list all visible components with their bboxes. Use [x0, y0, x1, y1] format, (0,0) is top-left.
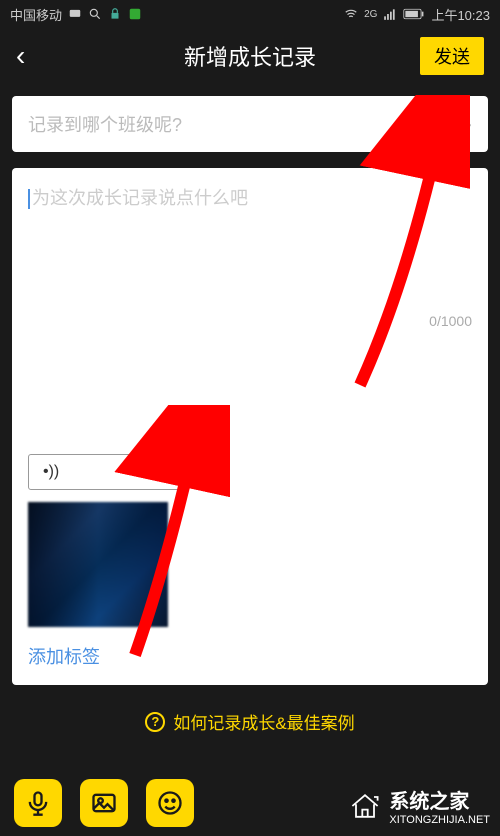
- help-text: 如何记录成长&最佳案例: [173, 709, 354, 734]
- chat-icon: [68, 7, 82, 21]
- content-card: 为这次成长记录说点什么吧 0/1000 •)) 5" 添加标签: [12, 168, 488, 685]
- smile-icon: [156, 789, 184, 817]
- status-left: 中国移动: [10, 5, 142, 24]
- attached-image-thumbnail[interactable]: [28, 502, 168, 627]
- microphone-icon: [24, 789, 52, 817]
- house-icon: [347, 788, 383, 824]
- header: ‹ 新增成长记录 发送: [0, 28, 500, 84]
- voice-clip[interactable]: •)) 5": [28, 454, 188, 490]
- voice-duration: 5": [158, 463, 173, 481]
- content-textarea[interactable]: 为这次成长记录说点什么吧: [28, 184, 472, 304]
- lock-icon: [108, 7, 122, 21]
- voice-record-button[interactable]: [14, 779, 62, 827]
- class-selector[interactable]: 记录到哪个班级呢? ›: [12, 96, 488, 152]
- search-icon: [88, 7, 102, 21]
- network-tag: 2G: [364, 9, 377, 20]
- char-counter: 0/1000: [429, 313, 472, 329]
- watermark: 系统之家 XITONGZHIJIA.NET: [347, 785, 490, 826]
- wifi-icon: [344, 7, 358, 21]
- bottom-toolbar: 系统之家 XITONGZHIJIA.NET: [0, 770, 500, 836]
- content-placeholder: 为这次成长记录说点什么吧: [32, 188, 248, 208]
- carrier-label: 中国移动: [10, 5, 62, 24]
- emoji-button[interactable]: [146, 779, 194, 827]
- signal-icon: [383, 7, 397, 21]
- back-button[interactable]: ‹: [16, 40, 25, 72]
- chevron-right-icon: ›: [465, 111, 472, 137]
- watermark-url: XITONGZHIJIA.NET: [389, 814, 490, 826]
- app-icon: [128, 7, 142, 21]
- status-bar: 中国移动 2G 上午10:23: [0, 0, 500, 28]
- status-right: 2G 上午10:23: [344, 5, 490, 24]
- page-title: 新增成长记录: [184, 40, 316, 72]
- battery-icon: [403, 7, 425, 21]
- time-label: 上午10:23: [431, 5, 490, 24]
- send-button[interactable]: 发送: [420, 37, 484, 75]
- help-link[interactable]: ? 如何记录成长&最佳案例: [0, 709, 500, 734]
- image-button[interactable]: [80, 779, 128, 827]
- image-icon: [90, 789, 118, 817]
- question-icon: ?: [145, 712, 165, 732]
- sound-wave-icon: •)): [43, 463, 59, 481]
- watermark-title: 系统之家: [389, 785, 469, 814]
- class-placeholder: 记录到哪个班级呢?: [28, 111, 182, 137]
- add-tag-link[interactable]: 添加标签: [28, 643, 472, 669]
- text-cursor: [28, 189, 30, 209]
